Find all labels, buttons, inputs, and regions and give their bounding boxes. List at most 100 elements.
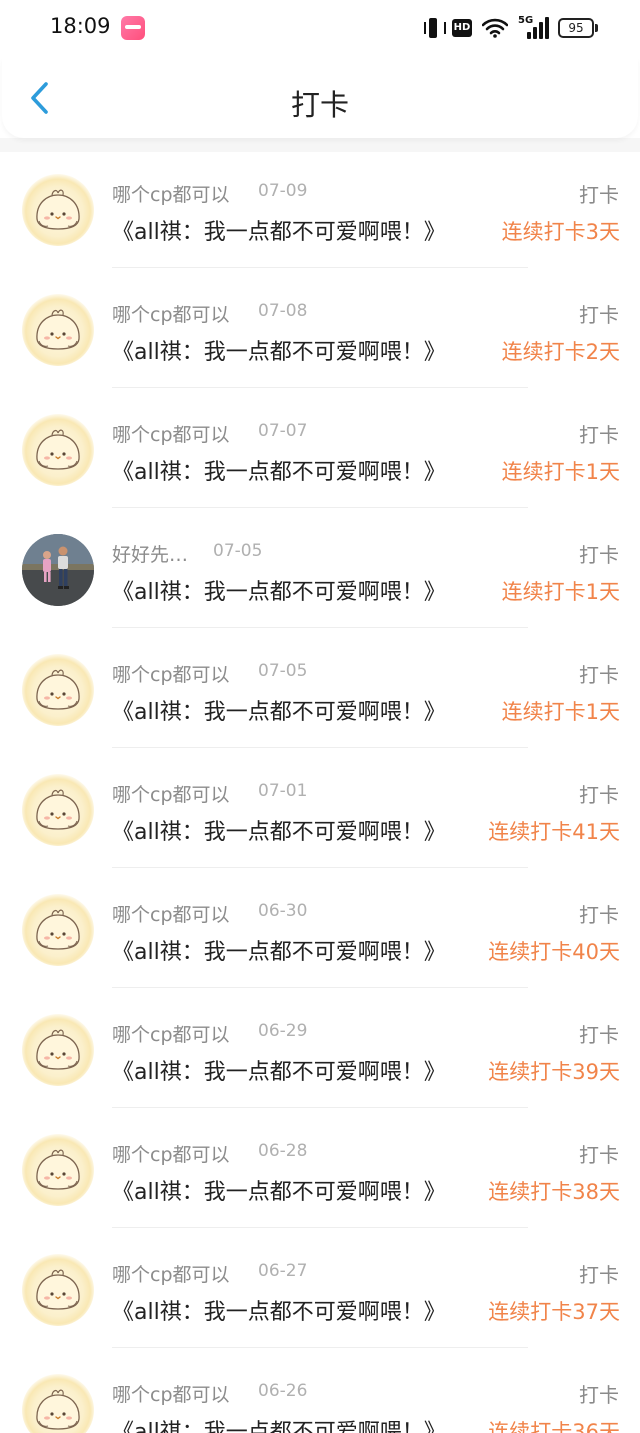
checkin-label: 打卡: [579, 663, 619, 687]
streak-text: 连续打卡40天: [488, 940, 620, 964]
checkin-row[interactable]: 哪个cp都可以 06-26 打卡 《all祺：我一点都不可爱啊喂！》 连续打卡3…: [0, 1350, 640, 1433]
user-name[interactable]: 哪个cp都可以: [112, 900, 230, 927]
user-name[interactable]: 哪个cp都可以: [112, 180, 230, 207]
battery-level: 95: [558, 18, 594, 38]
row-divider: [112, 1347, 528, 1348]
book-title[interactable]: 《all祺：我一点都不可爱啊喂！》: [112, 1294, 446, 1326]
checkin-row[interactable]: 哪个cp都可以 07-01 打卡 《all祺：我一点都不可爱啊喂！》 连续打卡4…: [0, 750, 640, 870]
checkin-row[interactable]: 哪个cp都可以 06-30 打卡 《all祺：我一点都不可爱啊喂！》 连续打卡4…: [0, 870, 640, 990]
hd-icon: HD: [452, 19, 472, 37]
streak-text: 连续打卡1天: [501, 700, 620, 724]
checkin-date: 06-28: [258, 1141, 308, 1161]
book-title[interactable]: 《all祺：我一点都不可爱啊喂！》: [112, 1414, 446, 1433]
book-title[interactable]: 《all祺：我一点都不可爱啊喂！》: [112, 814, 446, 846]
user-name[interactable]: 哪个cp都可以: [112, 660, 230, 687]
streak-text: 连续打卡41天: [488, 820, 620, 844]
checkin-date: 06-29: [258, 1021, 308, 1041]
checkin-label: 打卡: [579, 1383, 619, 1407]
signal-5g-icon: 5G: [518, 15, 549, 39]
row-divider: [112, 627, 528, 628]
chick-avatar[interactable]: [22, 894, 94, 966]
user-name[interactable]: 哪个cp都可以: [112, 1380, 230, 1407]
phone-screen: 18:09 HD 5G 95 打卡 哪个cp都可以 07-09 打卡 《all祺…: [0, 0, 640, 1433]
book-title[interactable]: 《all祺：我一点都不可爱啊喂！》: [112, 934, 446, 966]
checkin-row[interactable]: 哪个cp都可以 06-29 打卡 《all祺：我一点都不可爱啊喂！》 连续打卡3…: [0, 990, 640, 1110]
lofter-app-icon: [121, 16, 145, 40]
checkin-date: 07-07: [258, 421, 308, 441]
row-divider: [112, 987, 528, 988]
checkin-row[interactable]: 哪个cp都可以 07-08 打卡 《all祺：我一点都不可爱啊喂！》 连续打卡2…: [0, 270, 640, 390]
checkin-row[interactable]: 哪个cp都可以 07-05 打卡 《all祺：我一点都不可爱啊喂！》 连续打卡1…: [0, 630, 640, 750]
chick-avatar[interactable]: [22, 1014, 94, 1086]
checkin-date: 07-09: [258, 181, 308, 201]
battery-icon: 95: [558, 18, 598, 38]
streak-text: 连续打卡39天: [488, 1060, 620, 1084]
chick-avatar[interactable]: [22, 174, 94, 246]
wifi-icon: [482, 18, 508, 38]
checkin-row[interactable]: 哪个cp都可以 06-27 打卡 《all祺：我一点都不可爱啊喂！》 连续打卡3…: [0, 1230, 640, 1350]
checkin-label: 打卡: [579, 783, 619, 807]
user-name[interactable]: 好好先…: [112, 540, 188, 567]
checkin-label: 打卡: [579, 1143, 619, 1167]
user-name[interactable]: 哪个cp都可以: [112, 780, 230, 807]
book-title[interactable]: 《all祺：我一点都不可爱啊喂！》: [112, 214, 446, 246]
checkin-row[interactable]: 哪个cp都可以 07-09 打卡 《all祺：我一点都不可爱啊喂！》 连续打卡3…: [0, 150, 640, 270]
user-name[interactable]: 哪个cp都可以: [112, 420, 230, 447]
chick-avatar[interactable]: [22, 414, 94, 486]
streak-text: 连续打卡3天: [501, 220, 620, 244]
book-title[interactable]: 《all祺：我一点都不可爱啊喂！》: [112, 334, 446, 366]
checkin-row[interactable]: 好好先… 07-05 打卡 《all祺：我一点都不可爱啊喂！》 连续打卡1天: [0, 510, 640, 630]
status-time: 18:09: [50, 14, 111, 38]
book-title[interactable]: 《all祺：我一点都不可爱啊喂！》: [112, 574, 446, 606]
checkin-label: 打卡: [579, 543, 619, 567]
page-title: 打卡: [290, 88, 349, 122]
row-divider: [112, 387, 528, 388]
checkin-label: 打卡: [579, 1023, 619, 1047]
checkin-date: 07-08: [258, 301, 308, 321]
streak-text: 连续打卡36天: [488, 1420, 620, 1433]
row-divider: [112, 1227, 528, 1228]
streak-text: 连续打卡2天: [501, 340, 620, 364]
vibrate-icon: [424, 17, 446, 39]
checkin-date: 06-27: [258, 1261, 308, 1281]
row-divider: [112, 507, 528, 508]
chick-avatar[interactable]: [22, 1374, 94, 1433]
photo-avatar[interactable]: [22, 534, 94, 606]
user-name[interactable]: 哪个cp都可以: [112, 300, 230, 327]
row-divider: [112, 267, 528, 268]
checkin-date: 07-05: [213, 541, 263, 561]
checkin-date: 07-01: [258, 781, 308, 801]
checkin-date: 06-30: [258, 901, 308, 921]
checkin-date: 06-26: [258, 1381, 308, 1401]
book-title[interactable]: 《all祺：我一点都不可爱啊喂！》: [112, 1054, 446, 1086]
checkin-date: 07-05: [258, 661, 308, 681]
chick-avatar[interactable]: [22, 774, 94, 846]
user-name[interactable]: 哪个cp都可以: [112, 1260, 230, 1287]
streak-text: 连续打卡38天: [488, 1180, 620, 1204]
checkin-label: 打卡: [579, 303, 619, 327]
row-divider: [112, 747, 528, 748]
row-divider: [112, 867, 528, 868]
book-title[interactable]: 《all祺：我一点都不可爱啊喂！》: [112, 1174, 446, 1206]
user-name[interactable]: 哪个cp都可以: [112, 1020, 230, 1047]
system-icons: HD 5G 95: [424, 15, 598, 40]
chick-avatar[interactable]: [22, 1254, 94, 1326]
checkin-label: 打卡: [579, 423, 619, 447]
book-title[interactable]: 《all祺：我一点都不可爱啊喂！》: [112, 454, 446, 486]
status-bar: 18:09 HD 5G 95: [0, 0, 640, 58]
header-bar: 打卡: [2, 58, 638, 138]
streak-text: 连续打卡1天: [501, 580, 620, 604]
checkin-label: 打卡: [579, 903, 619, 927]
row-divider: [112, 1107, 528, 1108]
streak-text: 连续打卡1天: [501, 460, 620, 484]
chick-avatar[interactable]: [22, 294, 94, 366]
checkin-label: 打卡: [579, 183, 619, 207]
checkin-label: 打卡: [579, 1263, 619, 1287]
checkin-row[interactable]: 哪个cp都可以 06-28 打卡 《all祺：我一点都不可爱啊喂！》 连续打卡3…: [0, 1110, 640, 1230]
book-title[interactable]: 《all祺：我一点都不可爱啊喂！》: [112, 694, 446, 726]
chick-avatar[interactable]: [22, 654, 94, 726]
checkin-row[interactable]: 哪个cp都可以 07-07 打卡 《all祺：我一点都不可爱啊喂！》 连续打卡1…: [0, 390, 640, 510]
streak-text: 连续打卡37天: [488, 1300, 620, 1324]
chick-avatar[interactable]: [22, 1134, 94, 1206]
user-name[interactable]: 哪个cp都可以: [112, 1140, 230, 1167]
